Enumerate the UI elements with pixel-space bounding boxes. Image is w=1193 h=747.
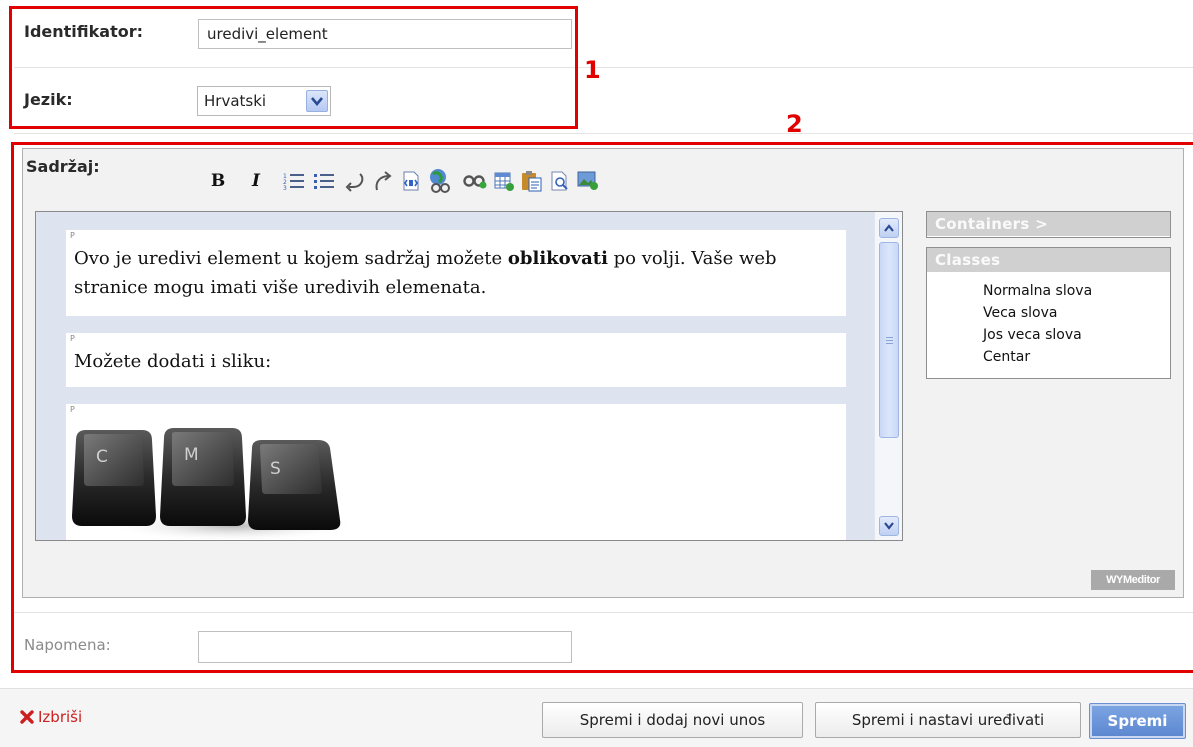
annotation-box-2 (11, 142, 1193, 673)
annotation-number-2: 2 (786, 110, 803, 138)
delete-link[interactable]: Izbriši (20, 708, 82, 726)
annotation-box-1 (9, 6, 578, 129)
save-and-add-button[interactable]: Spremi i dodaj novi unos (542, 702, 803, 738)
annotation-number-1: 1 (584, 56, 601, 84)
delete-label: Izbriši (38, 708, 83, 726)
save-button[interactable]: Spremi (1089, 703, 1186, 739)
delete-icon (20, 710, 34, 724)
save-and-continue-button[interactable]: Spremi i nastavi uređivati (815, 702, 1081, 738)
section-divider (14, 133, 1193, 134)
